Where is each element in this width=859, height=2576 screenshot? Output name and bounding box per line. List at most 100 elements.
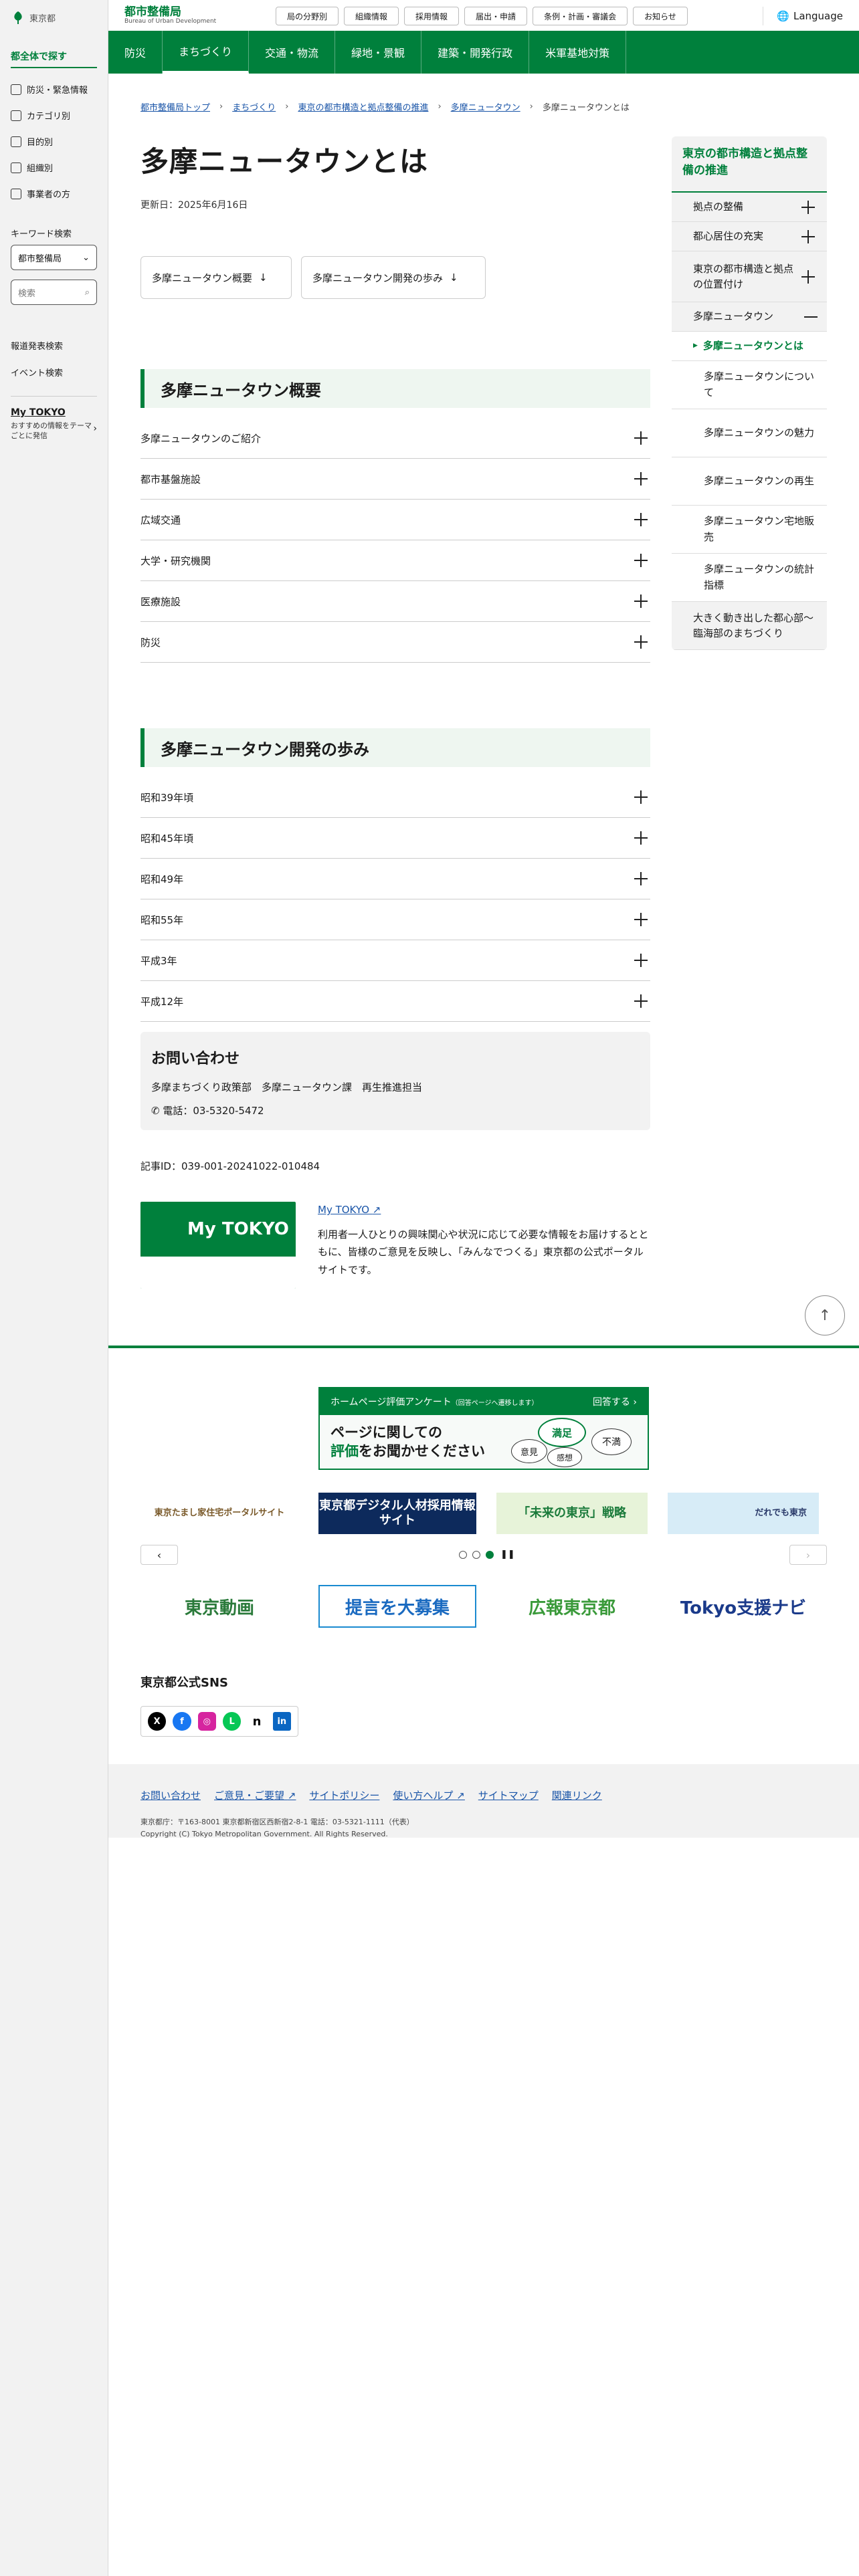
local-nav-item[interactable]: 東京の都市構造と拠点の位置付け <box>672 251 827 302</box>
accordion-item[interactable]: 広域交通 <box>140 500 650 540</box>
banner-digital-recruit[interactable]: 東京都デジタル人材採用情報サイト <box>318 1493 476 1534</box>
banner-tokyo-shien-navi[interactable]: Tokyo支援ナビ <box>668 1585 819 1628</box>
breadcrumb-link[interactable]: 東京の都市構造と拠点整備の推進 <box>298 100 428 113</box>
local-nav-item[interactable]: 拠点の整備 <box>672 193 827 222</box>
globe-icon: 🌐 <box>777 10 789 22</box>
anchor-history-button[interactable]: 多摩ニュータウン開発の歩み ↓ <box>301 256 486 299</box>
mytokyo-link[interactable]: My TOKYO ↗ <box>318 1204 381 1216</box>
carousel-dot-active[interactable] <box>486 1550 494 1559</box>
mytokyo-banner-image[interactable]: My TOKYO <box>140 1202 296 1289</box>
sidebar-item-organization[interactable]: 組織別 <box>11 154 97 181</box>
accordion-item[interactable]: 平成12年 <box>140 981 650 1022</box>
accordion-item[interactable]: 大学・研究機関 <box>140 540 650 581</box>
sidebar-item-business[interactable]: 事業者の方 <box>11 181 97 207</box>
footer-link-sitemap[interactable]: サイトマップ <box>478 1788 539 1802</box>
header-button-field[interactable]: 局の分野別 <box>276 7 339 25</box>
banner-teigen[interactable]: 提言を大募集 <box>318 1585 476 1628</box>
accordion-item[interactable]: 昭和39年頃 <box>140 777 650 818</box>
note-icon[interactable]: n <box>248 1712 266 1731</box>
gnav-transport[interactable]: 交通・物流 <box>249 31 336 74</box>
banner-tokyo-douga[interactable]: 東京動画 <box>140 1585 298 1628</box>
survey-banner[interactable]: ホームページ評価アンケート（回答ページへ遷移します） 回答する › ページに関して… <box>318 1387 649 1470</box>
carousel-prev-button[interactable]: ‹ <box>140 1545 178 1565</box>
minus-icon[interactable] <box>804 316 818 318</box>
banner-future-tokyo[interactable]: 「未来の東京」戦略 <box>496 1493 648 1534</box>
footer-link-opinion[interactable]: ご意見・ご要望 ↗ <box>214 1788 296 1802</box>
plus-icon[interactable] <box>801 270 815 284</box>
local-nav-item[interactable]: 都心居住の充実 <box>672 222 827 251</box>
speech-bubble: 感想 <box>547 1447 582 1467</box>
local-nav-subitem[interactable]: 多摩ニュータウンの再生 <box>672 457 827 506</box>
gnav-disaster[interactable]: 防災 <box>108 31 163 74</box>
gnav-greenery[interactable]: 緑地・景観 <box>335 31 422 74</box>
banner-koho-tokyo[interactable]: 広報東京都 <box>496 1585 648 1628</box>
linkedin-icon[interactable]: in <box>272 1712 291 1731</box>
local-nav-subitem[interactable]: 多摩ニュータウンについて <box>672 361 827 409</box>
tokyo-logo[interactable]: 東京都 <box>11 9 97 25</box>
sidebar-item-emergency[interactable]: 防災・緊急情報 <box>11 76 97 102</box>
footer-link-contact[interactable]: お問い合わせ <box>140 1788 201 1802</box>
breadcrumb-link[interactable]: まちづくり <box>232 100 276 113</box>
accordion-item[interactable]: 都市基盤施設 <box>140 459 650 500</box>
accordion-label: 大学・研究機関 <box>140 554 211 567</box>
search-icon[interactable]: ⌕ <box>85 288 90 298</box>
accordion-item[interactable]: 医療施設 <box>140 581 650 622</box>
local-nav-item[interactable]: 大きく動き出した都心部〜臨海部のまちづくり <box>672 602 827 650</box>
arrow-down-icon: ↓ <box>450 272 458 284</box>
plus-icon[interactable] <box>801 229 815 243</box>
bureau-name-en: Bureau of Urban Development <box>124 18 217 25</box>
gnav-machizukuri[interactable]: まちづくり <box>163 31 250 74</box>
local-nav-item-expanded[interactable]: 多摩ニュータウン <box>672 302 827 332</box>
gnav-military-base[interactable]: 米軍基地対策 <box>529 31 627 74</box>
plus-icon[interactable] <box>801 200 815 214</box>
mytokyo-sidebar-link[interactable]: My TOKYO おすすめの情報をテーマごとに発信 › <box>11 396 97 441</box>
logo-text: 東京都 <box>29 13 56 24</box>
header-button-organization[interactable]: 組織情報 <box>344 7 399 25</box>
accordion-item[interactable]: 多摩ニュータウンのご紹介 <box>140 418 650 459</box>
sidebar-item-category[interactable]: カテゴリ別 <box>11 102 97 128</box>
keyword-search-label: キーワード検索 <box>11 229 72 239</box>
instagram-icon[interactable]: ◎ <box>197 1712 216 1731</box>
carousel-next-button[interactable]: › <box>789 1545 827 1565</box>
header-button-ordinance[interactable]: 条例・計画・審議会 <box>533 7 628 25</box>
event-search-link[interactable]: イベント検索 <box>11 358 97 385</box>
footer-link-related[interactable]: 関連リンク <box>552 1788 602 1802</box>
language-button[interactable]: 🌐 Language <box>763 7 843 25</box>
footer-link-help[interactable]: 使い方ヘルプ ↗ <box>393 1788 464 1802</box>
pause-icon[interactable]: ❚❚ <box>500 1549 515 1560</box>
bureau-select[interactable]: 都市整備局 ⌄ <box>11 245 97 270</box>
local-nav-subitem-current[interactable]: ▶ 多摩ニュータウンとは <box>672 332 827 361</box>
accordion-item[interactable]: 昭和45年頃 <box>140 818 650 859</box>
accordion-item[interactable]: 昭和55年 <box>140 899 650 940</box>
local-nav-subitem[interactable]: 多摩ニュータウンの統計指標 <box>672 554 827 602</box>
mytokyo-logo-text: My TOKYO <box>187 1219 289 1239</box>
header-button-news[interactable]: お知らせ <box>633 7 688 25</box>
back-to-top-button[interactable]: ↑ <box>805 1295 845 1335</box>
press-release-search-link[interactable]: 報道発表検索 <box>11 332 97 358</box>
accordion-item[interactable]: 昭和49年 <box>140 859 650 899</box>
accordion-item[interactable]: 平成3年 <box>140 940 650 981</box>
local-nav-subitem[interactable]: 多摩ニュータウン宅地販売 <box>672 506 827 554</box>
header-button-application[interactable]: 届出・申請 <box>464 7 528 25</box>
search-input[interactable]: 検索 ⌕ <box>11 280 97 305</box>
plus-icon <box>634 431 648 445</box>
anchor-overview-button[interactable]: 多摩ニュータウン概要 ↓ <box>140 256 292 299</box>
local-nav-heading[interactable]: 東京の都市構造と拠点整備の推進 <box>672 136 827 193</box>
facebook-icon[interactable]: f <box>173 1712 191 1731</box>
line-icon[interactable]: L <box>222 1712 242 1731</box>
carousel-dot[interactable] <box>459 1550 467 1559</box>
carousel-dot[interactable] <box>472 1550 480 1559</box>
sidebar-item-purpose[interactable]: 目的別 <box>11 128 97 154</box>
banner-daredemo-tokyo[interactable]: だれでも東京 <box>668 1493 819 1534</box>
local-nav-subitem[interactable]: 多摩ニュータウンの魅力 <box>672 409 827 457</box>
breadcrumb-link[interactable]: 多摩ニュータウン <box>451 100 520 113</box>
external-link-icon: ↗ <box>287 1790 296 1802</box>
bureau-brand[interactable]: 都市整備局 Bureau of Urban Development <box>124 5 217 25</box>
accordion-item[interactable]: 防災 <box>140 622 650 663</box>
header-button-recruit[interactable]: 採用情報 <box>404 7 460 25</box>
gnav-building[interactable]: 建築・開発行政 <box>421 31 530 74</box>
x-icon[interactable]: X <box>148 1712 167 1731</box>
footer-link-policy[interactable]: サイトポリシー <box>309 1788 379 1802</box>
breadcrumb-link[interactable]: 都市整備局トップ <box>140 100 210 113</box>
banner-housing[interactable]: 東京たまし家住宅ポータルサイト <box>140 1493 298 1534</box>
